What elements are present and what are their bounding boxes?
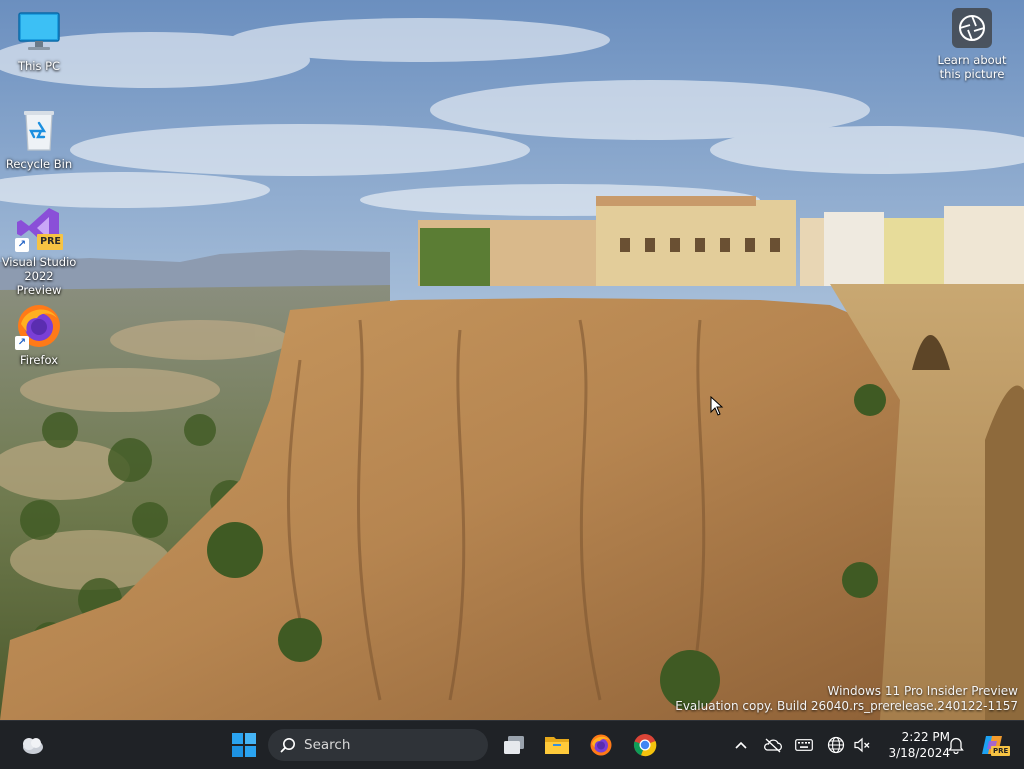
copilot-button[interactable]: PRE: [976, 721, 1011, 769]
firefox-icon: ↗: [15, 302, 63, 350]
notifications-button[interactable]: [942, 721, 970, 769]
network-button[interactable]: [822, 721, 850, 769]
learn-about-this-picture[interactable]: Learn about this picture: [934, 8, 1010, 81]
chevron-up-icon: [735, 741, 747, 749]
desktop-icon-label: Recycle Bin: [5, 157, 73, 171]
copilot-icon: PRE: [980, 733, 1011, 757]
desktop-icon-label: This PC: [17, 59, 61, 73]
desktop-wallpaper: [0, 0, 1024, 720]
file-explorer-button[interactable]: [539, 721, 575, 769]
task-view-button[interactable]: [496, 721, 532, 769]
desktop-icon-visual-studio[interactable]: PRE ↗ Visual Studio 2022 Preview: [1, 204, 77, 297]
shortcut-arrow-icon: ↗: [15, 336, 29, 350]
firefox-icon: [590, 734, 612, 756]
show-hidden-icons-button[interactable]: [727, 721, 755, 769]
widgets-icon: [23, 738, 43, 754]
copilot-preview-badge: PRE: [991, 746, 1011, 756]
mouse-cursor-icon: [710, 395, 724, 420]
learn-about-label: Learn about this picture: [937, 53, 1007, 81]
network-icon: [827, 736, 845, 754]
desktop-icon-recycle-bin[interactable]: Recycle Bin: [1, 106, 77, 171]
camera-lens-icon: [952, 8, 992, 48]
onedrive-button[interactable]: [759, 721, 787, 769]
desktop-icon-this-pc[interactable]: This PC: [1, 8, 77, 73]
file-explorer-icon: [545, 737, 569, 754]
task-view-icon: [504, 736, 524, 754]
desktop-icon-label: Firefox: [19, 353, 59, 367]
chrome-taskbar-button[interactable]: [627, 721, 663, 769]
evaluation-watermark: Windows 11 Pro Insider Preview Evaluatio…: [675, 684, 1018, 714]
input-indicator-button[interactable]: [790, 721, 818, 769]
onedrive-icon: [764, 738, 782, 753]
visual-studio-icon: PRE ↗: [15, 204, 63, 252]
search-box[interactable]: Search: [268, 729, 488, 761]
start-icon: [232, 733, 256, 757]
watermark-line-1: Windows 11 Pro Insider Preview: [827, 684, 1018, 698]
recycle-bin-icon: [15, 106, 63, 154]
notification-bell-icon: [948, 737, 964, 754]
preview-badge: PRE: [40, 236, 61, 247]
shortcut-arrow-icon: ↗: [15, 238, 29, 252]
firefox-taskbar-button[interactable]: [583, 721, 619, 769]
keyboard-icon: [795, 739, 813, 751]
widgets-button[interactable]: [14, 721, 50, 769]
search-icon: [280, 737, 296, 753]
chrome-icon: [633, 734, 657, 757]
taskbar: Search 2:22 PM 3/18/2024 PRE: [0, 720, 1024, 769]
clock[interactable]: 2:22 PM 3/18/2024: [878, 729, 950, 761]
start-button[interactable]: [226, 721, 262, 769]
volume-button[interactable]: [848, 721, 876, 769]
search-placeholder: Search: [304, 737, 351, 753]
desktop-icon-label: Visual Studio 2022 Preview: [1, 255, 77, 297]
clock-time: 2:22 PM: [901, 730, 950, 744]
desktop-icon-firefox[interactable]: ↗ Firefox: [1, 302, 77, 367]
monitor-icon: [15, 8, 63, 56]
clock-date: 3/18/2024: [888, 746, 950, 760]
volume-muted-icon: [854, 737, 870, 753]
watermark-line-2: Evaluation copy. Build 26040.rs_prerelea…: [675, 699, 1018, 713]
